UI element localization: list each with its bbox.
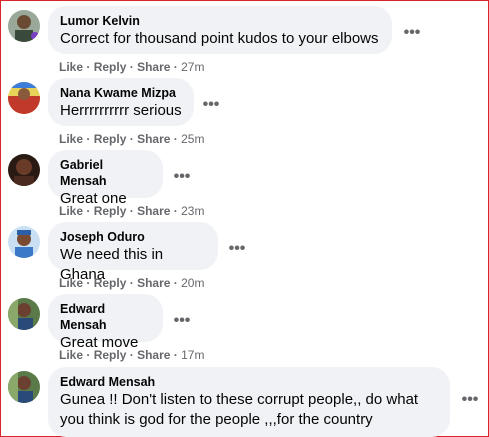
comment-bubble: Joseph Oduro We need this in Ghana [48,222,218,283]
comment-bubble: Gabriel Mensah Great one [48,150,163,207]
timestamp[interactable]: 23m [181,204,204,218]
share-button[interactable]: Share [137,60,170,74]
comment-actions: Like · Reply · Share · 17m [59,348,204,362]
timestamp[interactable]: 17m [181,348,204,362]
reply-button[interactable]: Reply [94,60,127,74]
like-button[interactable]: Like [59,276,83,290]
comment-actions: Like · Reply · Share · 25m [59,132,204,146]
separator: · [86,348,91,362]
comment-author[interactable]: Lumor Kelvin [60,13,380,29]
separator: · [86,132,91,146]
reply-button[interactable]: Reply [94,348,127,362]
separator: · [173,348,178,362]
share-button[interactable]: Share [137,348,170,362]
separator: · [173,204,178,218]
comment-text: Correct for thousand point kudos to your… [60,30,379,47]
like-button[interactable]: Like [59,132,83,146]
more-options-icon[interactable]: ••• [225,241,249,262]
more-options-icon[interactable]: ••• [170,169,194,190]
comment-bubble: Lumor Kelvin Correct for thousand point … [48,6,392,54]
comment-text: Herrrrrrrrrr serious [60,102,182,119]
reply-button[interactable]: Reply [94,204,127,218]
reply-button[interactable]: Reply [94,276,127,290]
separator: · [173,132,178,146]
timestamp[interactable]: 27m [181,60,204,74]
comment-actions: Like · Reply · Share · 23m [59,204,204,218]
comment-author[interactable]: Edward Mensah [60,374,438,390]
separator: · [129,204,134,218]
share-button[interactable]: Share [137,132,170,146]
separator: · [173,276,178,290]
avatar[interactable] [8,226,40,258]
separator: · [86,60,91,74]
share-button[interactable]: Share [137,276,170,290]
avatar[interactable] [8,298,40,330]
comment-actions: Like · Reply · Share · 20m [59,276,204,290]
separator: · [86,276,91,290]
avatar[interactable] [8,10,40,42]
comment-author[interactable]: Joseph Oduro [60,229,206,245]
timestamp[interactable]: 20m [181,276,204,290]
like-button[interactable]: Like [59,60,83,74]
like-button[interactable]: Like [59,348,83,362]
comment-author[interactable]: Edward Mensah [60,301,151,333]
comment-bubble: Edward Mensah Great move [48,294,163,351]
separator: · [129,348,134,362]
more-options-icon[interactable]: ••• [400,25,424,46]
separator: · [129,276,134,290]
comment-author[interactable]: Nana Kwame Mizpa [60,85,182,101]
separator: · [173,60,178,74]
avatar[interactable] [8,371,40,403]
like-button[interactable]: Like [59,204,83,218]
comment-bubble: Edward Mensah Gunea !! Don't listen to t… [48,367,450,437]
separator: · [86,204,91,218]
separator: · [129,60,134,74]
more-options-icon[interactable]: ••• [458,392,482,413]
avatar[interactable] [8,82,40,114]
avatar[interactable] [8,154,40,186]
comment-actions: Like · Reply · Share · 27m [59,60,204,74]
comment-bubble: Nana Kwame Mizpa Herrrrrrrrrr serious [48,78,194,126]
comment-author[interactable]: Gabriel Mensah [60,157,151,189]
more-options-icon[interactable]: ••• [199,97,223,118]
comment-text: Gunea !! Don't listen to these corrupt p… [60,391,419,428]
reply-button[interactable]: Reply [94,132,127,146]
separator: · [129,132,134,146]
timestamp[interactable]: 25m [181,132,204,146]
more-options-icon[interactable]: ••• [170,313,194,334]
share-button[interactable]: Share [137,204,170,218]
